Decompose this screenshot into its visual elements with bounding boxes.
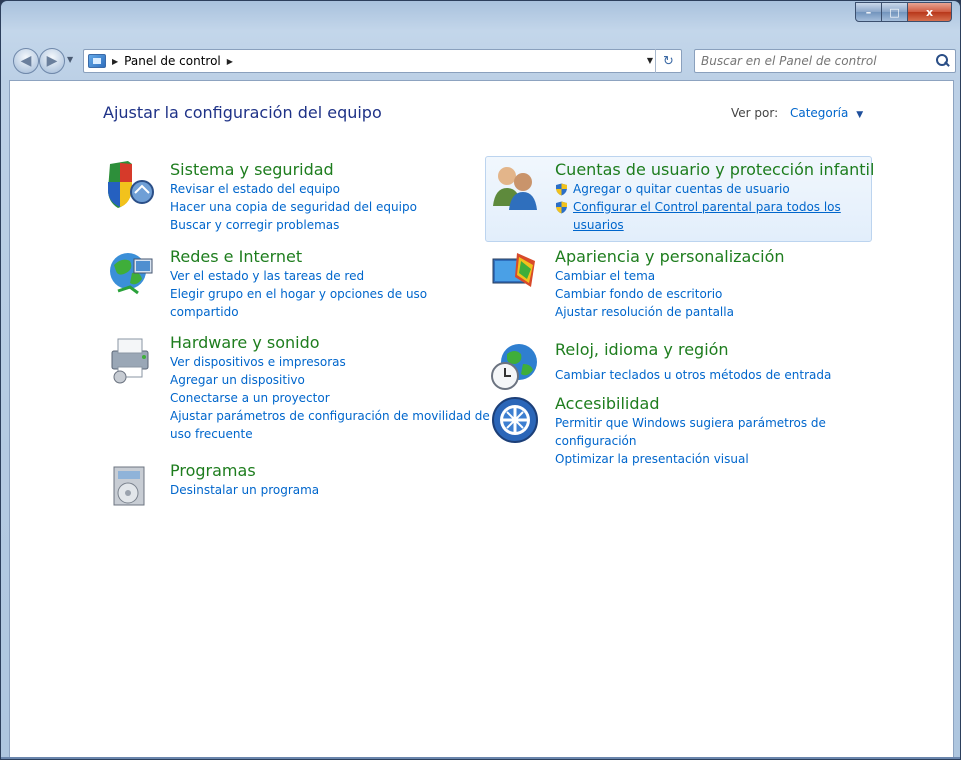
recent-pages-dropdown-icon[interactable]: ▼ — [67, 55, 73, 64]
view-by-label: Ver por: — [731, 106, 779, 120]
back-button[interactable]: ◀ — [13, 48, 39, 74]
window-bottom-edge — [1, 757, 960, 759]
category-title-link[interactable]: Sistema y seguridad — [170, 160, 490, 180]
category-accessibility: Accesibilidad Permitir que Windows sugie… — [492, 394, 875, 468]
control-panel-icon — [88, 54, 106, 68]
category-title-link[interactable]: Cuentas de usuario y protección infantil — [555, 160, 875, 180]
back-arrow-icon: ◀ — [20, 53, 32, 69]
link-network-status[interactable]: Ver el estado y las tareas de red — [170, 267, 490, 285]
link-text: Agregar o quitar cuentas de usuario — [573, 182, 790, 196]
search-input[interactable] — [699, 52, 929, 70]
close-button[interactable]: x — [908, 2, 952, 22]
security-shield-icon — [108, 161, 154, 208]
breadcrumb-control-panel[interactable]: Panel de control — [124, 54, 221, 68]
search-box[interactable] — [694, 49, 956, 73]
uac-shield-icon — [556, 201, 567, 214]
page-title: Ajustar la configuración del equipo — [103, 103, 382, 122]
breadcrumb-chevron-icon[interactable]: ▶ — [112, 57, 118, 66]
link-review-status[interactable]: Revisar el estado del equipo — [170, 180, 490, 198]
category-title-link[interactable]: Accesibilidad — [555, 394, 875, 414]
category-title-link[interactable]: Redes e Internet — [170, 247, 490, 267]
category-network-internet: Redes e Internet Ver el estado y las tar… — [110, 247, 490, 321]
category-user-accounts: Cuentas de usuario y protección infantil… — [493, 160, 875, 234]
link-change-theme[interactable]: Cambiar el tema — [555, 267, 875, 285]
clock-globe-icon — [491, 344, 537, 390]
control-panel-window: – □ x ◀ ▶ ▼ ▶ Panel de control ▶ ▼ ↻ Aju… — [0, 0, 961, 760]
minimize-button[interactable]: – — [855, 2, 882, 22]
title-bar[interactable]: – □ x — [1, 1, 960, 37]
category-clock-language: Reloj, idioma y región Cambiar teclados … — [491, 340, 875, 390]
network-globe-icon — [110, 253, 153, 295]
link-change-background[interactable]: Cambiar fondo de escritorio — [555, 285, 875, 303]
breadcrumb-chevron-icon[interactable]: ▶ — [227, 57, 233, 66]
link-homegroup[interactable]: Elegir grupo en el hogar y opciones de u… — [170, 285, 430, 321]
link-devices-printers[interactable]: Ver dispositivos e impresoras — [170, 353, 490, 371]
category-title-link[interactable]: Hardware y sonido — [170, 333, 490, 353]
link-connect-projector[interactable]: Conectarse a un proyector — [170, 389, 490, 407]
appearance-monitor-icon — [492, 253, 535, 287]
search-icon[interactable] — [935, 53, 951, 69]
uac-shield-icon — [556, 183, 567, 196]
printer-icon — [111, 338, 149, 384]
link-uninstall-program[interactable]: Desinstalar un programa — [170, 481, 490, 499]
address-dropdown-icon[interactable]: ▼ — [647, 56, 653, 65]
link-parental-controls[interactable]: Configurar el Control parental para todo… — [555, 198, 855, 234]
link-mobility-settings[interactable]: Ajustar parámetros de configuración de m… — [170, 407, 490, 443]
category-appearance: Apariencia y personalización Cambiar el … — [492, 247, 875, 321]
link-text: Configurar el Control parental para todo… — [573, 200, 841, 232]
category-programs: Programas Desinstalar un programa — [113, 461, 490, 506]
programs-icon — [113, 466, 145, 506]
link-optimize-display[interactable]: Optimizar la presentación visual — [555, 450, 875, 468]
maximize-button[interactable]: □ — [882, 2, 908, 22]
link-screen-resolution[interactable]: Ajustar resolución de pantalla — [555, 303, 875, 321]
address-bar[interactable]: ▶ Panel de control ▶ ▼ ↻ — [83, 49, 682, 73]
forward-arrow-icon: ▶ — [46, 53, 58, 69]
category-hardware-sound: Hardware y sonido Ver dispositivos e imp… — [111, 333, 490, 443]
category-title-link[interactable]: Programas — [170, 461, 490, 481]
link-keyboards-input[interactable]: Cambiar teclados u otros métodos de entr… — [555, 366, 875, 384]
forward-button[interactable]: ▶ — [39, 48, 65, 74]
link-windows-suggest-settings[interactable]: Permitir que Windows sugiera parámetros … — [555, 414, 830, 450]
link-add-device[interactable]: Agregar un dispositivo — [170, 371, 490, 389]
link-troubleshoot[interactable]: Buscar y corregir problemas — [170, 216, 490, 234]
category-title-link[interactable]: Apariencia y personalización — [555, 247, 875, 267]
chevron-down-icon[interactable]: ▼ — [856, 110, 863, 120]
navigation-bar: ◀ ▶ ▼ ▶ Panel de control ▶ ▼ ↻ — [9, 45, 956, 75]
link-add-remove-accounts[interactable]: Agregar o quitar cuentas de usuario — [555, 180, 875, 198]
category-title-link[interactable]: Reloj, idioma y región — [555, 340, 875, 360]
accessibility-icon — [492, 397, 538, 443]
view-by: Ver por: Categoría ▼ — [731, 106, 863, 120]
link-backup[interactable]: Hacer una copia de seguridad del equipo — [170, 198, 490, 216]
caption-buttons: – □ x — [855, 2, 952, 22]
content-area: Ajustar la configuración del equipo Ver … — [9, 80, 954, 759]
refresh-icon[interactable]: ↻ — [655, 49, 681, 73]
category-system-security: Sistema y seguridad Revisar el estado de… — [108, 160, 490, 234]
users-icon — [493, 167, 537, 210]
view-by-category-dropdown[interactable]: Categoría — [790, 106, 848, 120]
